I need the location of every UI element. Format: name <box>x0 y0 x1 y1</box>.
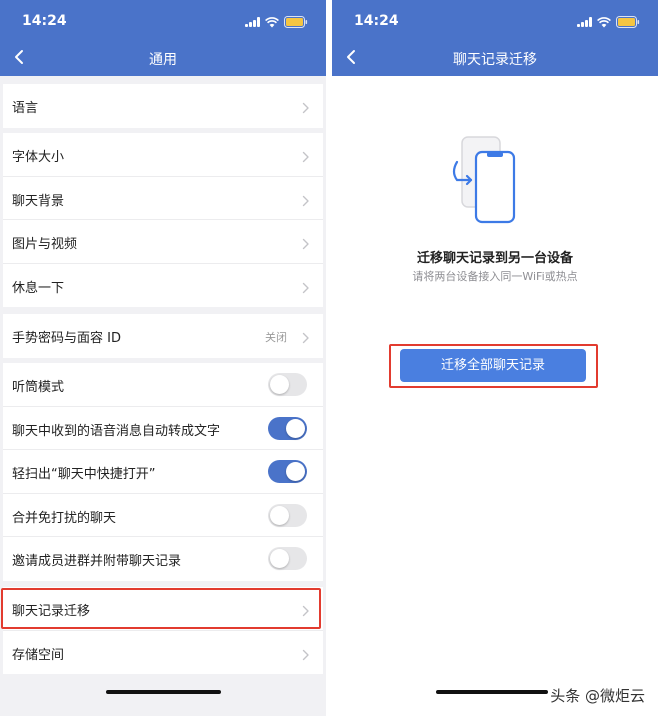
toggle-knob <box>286 462 305 481</box>
toggle-knob <box>270 505 289 525</box>
settings-row-label: 聊天背景 <box>12 193 65 209</box>
toggle-switch[interactable] <box>268 373 307 396</box>
settings-row[interactable]: 字体大小 <box>3 133 323 177</box>
status-time: 14:24 <box>22 13 67 29</box>
battery-icon <box>284 16 308 28</box>
status-time: 14:24 <box>354 13 399 29</box>
settings-row-label: 字体大小 <box>12 150 65 165</box>
chevron-right-icon <box>302 235 310 250</box>
settings-row[interactable]: 手势密码与面容 ID 关闭 <box>3 314 323 358</box>
phone-migrate-icon <box>447 136 527 226</box>
toggle-switch[interactable] <box>268 503 307 527</box>
watermark: 头条 @微炬云 <box>550 687 645 705</box>
chevron-right-icon <box>302 192 310 206</box>
migration-content: 迁移聊天记录到另一台设备 请将两台设备接入同一WiFi或热点 迁移全部聊天记录 <box>332 76 658 716</box>
wifi-icon <box>265 16 279 28</box>
signal-icon <box>245 17 260 27</box>
wifi-icon <box>597 16 611 28</box>
settings-row-label: 图片与视频 <box>12 237 78 252</box>
battery-icon <box>616 16 640 28</box>
status-icons <box>577 16 640 28</box>
settings-group: 字体大小聊天背景图片与视频休息一下 <box>3 133 323 307</box>
settings-row[interactable]: 图片与视频 <box>3 220 323 264</box>
chevron-right-icon <box>302 148 310 163</box>
page-title: 通用 <box>149 52 177 68</box>
toggle-knob <box>286 418 305 438</box>
settings-row[interactable]: 存储空间 <box>3 631 323 675</box>
home-indicator[interactable] <box>106 690 221 694</box>
toggle-switch[interactable] <box>268 547 307 570</box>
settings-row[interactable]: 聊天记录迁移 <box>1 587 323 631</box>
settings-row[interactable]: 语言 <box>3 84 323 128</box>
toggle-switch[interactable] <box>268 460 307 483</box>
home-indicator[interactable] <box>436 690 548 694</box>
settings-row[interactable]: 合并免打扰的聊天 <box>3 494 323 537</box>
migrate-all-button[interactable]: 迁移全部聊天记录 <box>400 349 586 382</box>
toggle-switch[interactable] <box>268 416 307 440</box>
settings-row-label: 聊天中收到的语音消息自动转成文字 <box>12 423 221 439</box>
settings-group: 手势密码与面容 ID 关闭 <box>3 314 323 358</box>
toggle-knob <box>270 375 289 394</box>
settings-row-value: 关闭 <box>265 331 287 344</box>
settings-row[interactable]: 聊天背景 <box>3 177 323 220</box>
settings-group: 听筒模式聊天中收到的语音消息自动转成文字 轻扫出“聊天中快捷打开” 合并免打扰的聊天… <box>3 363 323 581</box>
chevron-right-icon <box>302 329 310 344</box>
chevron-right-icon <box>302 99 310 114</box>
settings-row-label: 语言 <box>12 101 39 116</box>
settings-row[interactable]: 轻扫出“聊天中快捷打开” <box>3 450 323 494</box>
settings-row-label: 休息一下 <box>12 280 65 296</box>
status-icons <box>245 16 308 28</box>
settings-row-label: 合并免打扰的聊天 <box>12 510 117 526</box>
nav-bar: 14:24 通用 <box>0 0 326 76</box>
settings-row-label: 听筒模式 <box>12 380 65 395</box>
settings-group: 语言 <box>3 84 323 128</box>
settings-row-label: 轻扫出“聊天中快捷打开” <box>12 467 156 482</box>
signal-icon <box>577 17 592 27</box>
settings-row[interactable]: 休息一下 <box>3 264 323 308</box>
page-title: 聊天记录迁移 <box>453 52 537 68</box>
migration-subheading: 请将两台设备接入同一WiFi或热点 <box>412 270 578 283</box>
settings-row-label: 邀请成员进群并附带聊天记录 <box>12 554 182 569</box>
nav-bar: 14:24 聊天记录迁移 <box>332 0 658 76</box>
chevron-right-icon <box>302 279 310 293</box>
settings-row-label: 手势密码与面容 ID <box>12 331 121 346</box>
migration-heading: 迁移聊天记录到另一台设备 <box>416 251 573 266</box>
settings-general-screen: 14:24 通用 语言字体大小聊天背景图片与视频休息一下手势密码与面容 ID 关闭… <box>0 0 326 716</box>
chat-migration-screen: 14:24 聊天记录迁移 迁移聊天记录到另一台设备 请将两台设备接入同一WiFi… <box>332 0 658 716</box>
settings-row[interactable]: 聊天中收到的语音消息自动转成文字 <box>3 407 323 450</box>
settings-row[interactable]: 听筒模式 <box>3 363 323 407</box>
settings-group: 聊天记录迁移存储空间 <box>1 587 323 675</box>
settings-row[interactable]: 邀请成员进群并附带聊天记录 <box>3 537 323 581</box>
chevron-right-icon <box>302 646 310 660</box>
row-highlight <box>1 588 321 629</box>
toggle-knob <box>270 549 289 568</box>
settings-row-label: 存储空间 <box>12 647 65 663</box>
